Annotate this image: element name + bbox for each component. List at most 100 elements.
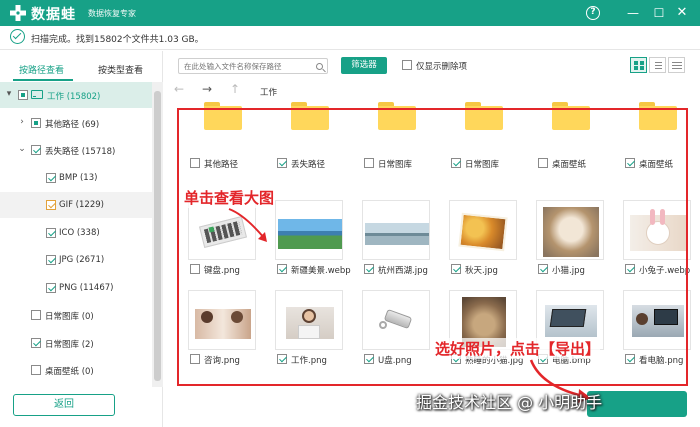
tree-item[interactable]: 日常图库 (2)	[0, 330, 152, 356]
tree-checkbox[interactable]	[31, 337, 41, 348]
image-thumbnail[interactable]	[623, 200, 691, 260]
expand-arrow-icon[interactable]: ▾	[4, 89, 14, 99]
file-checkbox[interactable]	[538, 158, 548, 168]
image-file-item[interactable]: 看电脑.png	[619, 290, 700, 386]
only-deleted-checkbox[interactable]	[402, 60, 412, 70]
folder-icon[interactable]	[362, 94, 430, 154]
file-checkbox[interactable]	[190, 354, 200, 364]
file-checkbox[interactable]	[277, 264, 287, 274]
folder-item[interactable]: 桌面壁纸	[532, 94, 618, 200]
image-file-item[interactable]: 小兔子.webp	[619, 200, 700, 296]
title-bar: 数据蛙 数据恢复专家 ? — ☐ ✕	[0, 0, 700, 26]
file-checkbox[interactable]	[451, 158, 461, 168]
tree-checkbox[interactable]	[31, 117, 41, 128]
image-thumbnail[interactable]	[362, 290, 430, 350]
tree-item-label: 桌面壁纸 (0)	[45, 367, 94, 377]
file-checkbox[interactable]	[625, 264, 635, 274]
folder-icon[interactable]	[623, 94, 691, 154]
tree-item[interactable]: 日常图库 (0)	[0, 302, 152, 328]
image-thumbnail[interactable]	[188, 200, 256, 260]
image-file-item[interactable]: 工作.png	[271, 290, 357, 386]
minimize-icon[interactable]: —	[625, 5, 641, 21]
image-file-item[interactable]: 杭州西湖.jpg	[358, 200, 444, 296]
folder-icon[interactable]	[188, 94, 256, 154]
tree-item[interactable]: › 其他路径 (69)	[0, 110, 152, 136]
tree-scrollbar-thumb[interactable]	[154, 91, 161, 381]
file-name: 新疆美景.webp	[291, 266, 351, 276]
file-checkbox[interactable]	[625, 354, 635, 364]
tree-checkbox[interactable]	[46, 172, 56, 183]
tree-item[interactable]: ICO (338)	[0, 220, 152, 246]
tree-checkbox[interactable]	[31, 310, 41, 320]
file-name: 桌面壁纸	[639, 160, 674, 170]
image-thumbnail[interactable]	[536, 200, 604, 260]
image-file-item[interactable]: 键盘.png	[184, 200, 270, 296]
filter-button[interactable]: 筛选器	[341, 57, 387, 74]
back-button[interactable]: 返回	[13, 394, 115, 416]
image-file-item[interactable]: 秋天.jpg	[445, 200, 531, 296]
file-checkbox[interactable]	[364, 158, 374, 168]
tree-item[interactable]: ⌄ 丢失路径 (15718)	[0, 137, 152, 163]
expand-arrow-icon[interactable]: ⌄	[17, 144, 27, 154]
tree-item[interactable]: 桌面壁纸 (0)	[0, 357, 152, 383]
folder-item[interactable]: 丢失路径	[271, 94, 357, 200]
image-file-item[interactable]: 咨询.png	[184, 290, 270, 386]
file-checkbox[interactable]	[451, 264, 461, 274]
folder-icon[interactable]	[536, 94, 604, 154]
tree-checkbox[interactable]	[46, 200, 56, 210]
tab-by-path[interactable]: 按路径查看	[19, 63, 64, 76]
list-view-button[interactable]	[649, 57, 666, 73]
tree-checkbox[interactable]	[31, 365, 41, 375]
image-file-item[interactable]: U盘.png	[358, 290, 444, 386]
detail-view-button[interactable]	[668, 57, 685, 73]
file-checkbox[interactable]	[625, 158, 635, 168]
close-icon[interactable]: ✕	[674, 5, 690, 21]
grid-view-button[interactable]	[630, 57, 647, 73]
file-checkbox[interactable]	[277, 354, 287, 364]
search-box[interactable]	[178, 58, 328, 74]
maximize-icon[interactable]: ☐	[651, 5, 667, 21]
tree-checkbox[interactable]	[46, 282, 56, 293]
file-checkbox[interactable]	[364, 354, 374, 364]
tree-item[interactable]: PNG (11467)	[0, 275, 152, 301]
tree-item[interactable]: ▾ 工作 (15802)	[0, 82, 152, 108]
folder-icon[interactable]	[275, 94, 343, 154]
file-checkbox[interactable]	[364, 264, 374, 274]
expand-arrow-icon[interactable]: ›	[17, 117, 27, 127]
image-file-item[interactable]: 新疆美景.webp	[271, 200, 357, 296]
tree-item-label: ICO (338)	[59, 227, 100, 238]
file-name: 桌面壁纸	[552, 160, 587, 170]
tree-checkbox[interactable]	[31, 145, 41, 155]
back-arrow-icon[interactable]: ←	[174, 82, 184, 96]
tree-item[interactable]: BMP (13)	[0, 165, 152, 191]
tree-item-label: PNG (11467)	[59, 282, 114, 293]
file-checkbox[interactable]	[190, 264, 200, 274]
tab-by-type[interactable]: 按类型查看	[98, 63, 143, 76]
tree-checkbox[interactable]	[46, 255, 56, 265]
folder-item[interactable]: 桌面壁纸	[619, 94, 700, 200]
file-checkbox[interactable]	[277, 158, 287, 168]
folder-item[interactable]: 日常图库	[445, 94, 531, 200]
annotation-select-export: 选好照片，点击【导出】	[435, 338, 601, 359]
image-thumbnail[interactable]	[275, 200, 343, 260]
tree-item[interactable]: JPG (2671)	[0, 247, 152, 273]
file-checkbox[interactable]	[538, 264, 548, 274]
image-thumbnail[interactable]	[188, 290, 256, 350]
search-input[interactable]	[184, 62, 306, 71]
only-deleted-label: 仅显示删除项	[416, 62, 468, 72]
file-name: 其他路径	[204, 160, 239, 170]
folder-icon[interactable]	[449, 94, 517, 154]
image-thumbnail[interactable]	[275, 290, 343, 350]
image-thumbnail[interactable]	[362, 200, 430, 260]
help-icon[interactable]: ?	[586, 6, 600, 20]
folder-item[interactable]: 其他路径	[184, 94, 270, 200]
tree-checkbox[interactable]	[18, 90, 28, 100]
image-thumbnail[interactable]	[449, 200, 517, 260]
tree-checkbox[interactable]	[46, 227, 56, 238]
folder-item[interactable]: 日常图库	[358, 94, 444, 200]
image-thumbnail[interactable]	[623, 290, 691, 350]
tree-item[interactable]: GIF (1229)	[0, 192, 152, 218]
file-checkbox[interactable]	[190, 158, 200, 168]
image-file-item[interactable]: 小猫.jpg	[532, 200, 618, 296]
search-icon[interactable]	[316, 63, 323, 70]
